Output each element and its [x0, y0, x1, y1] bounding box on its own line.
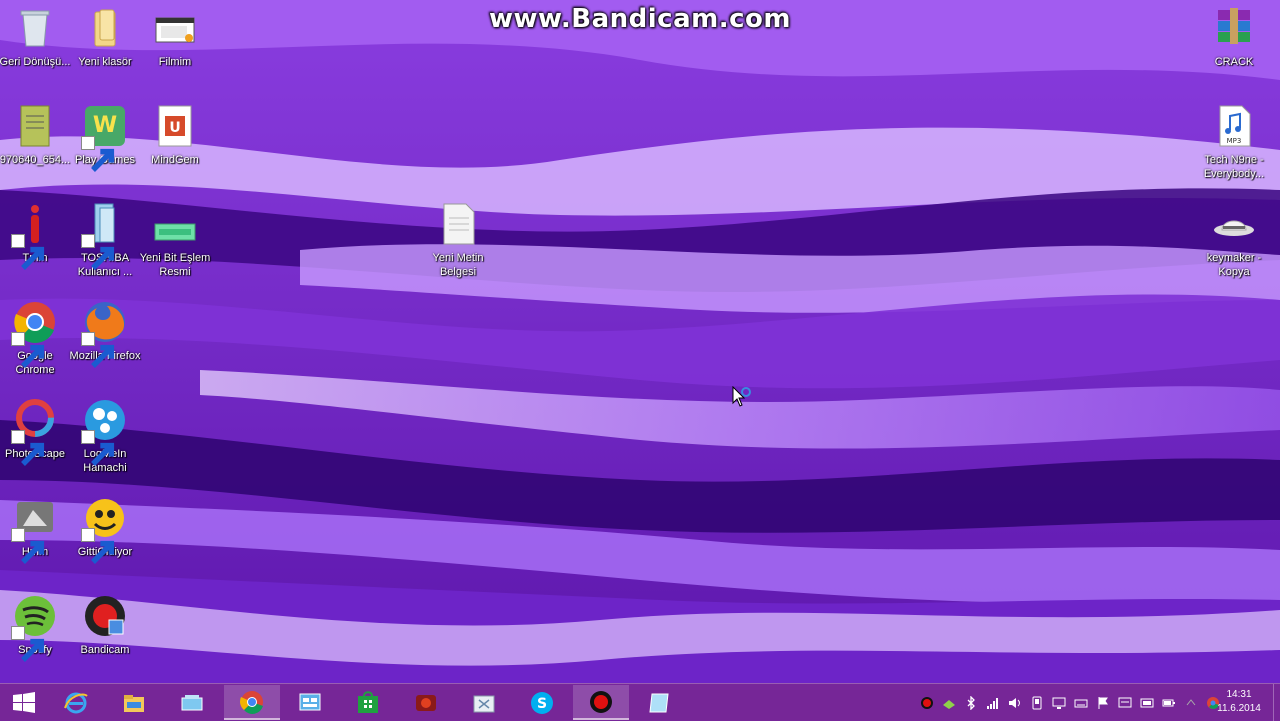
chrome-icon — [11, 300, 57, 368]
gittigidiyor-icon — [81, 496, 127, 564]
taskbar-control-panel[interactable] — [282, 685, 338, 720]
svg-text:U: U — [169, 120, 180, 136]
keymaker-icon — [1212, 202, 1256, 246]
bandicam-icon — [83, 594, 127, 638]
control-panel-icon — [299, 693, 321, 710]
mindgem-icon — [416, 694, 436, 711]
movie-icon — [153, 6, 197, 50]
taskbar-store[interactable] — [340, 685, 396, 720]
taskbar-file-explorer[interactable] — [106, 685, 162, 720]
desktop-icon-firefox[interactable]: Mozilla Firefox — [67, 300, 143, 368]
desktop-icon-hamachi[interactable]: LogMeIn Hamachi — [67, 398, 143, 475]
desktop-icon-mindgem[interactable]: U MindGem — [137, 104, 213, 167]
desktop-icon-toshiba[interactable]: TOSHIBA Kullanıcı ... — [67, 202, 143, 279]
system-tray — [916, 684, 1224, 721]
taskbar-internet-explorer[interactable] — [48, 685, 104, 720]
desktop-icon-bitmap[interactable]: Yeni Bit Eşlem Resmi — [137, 202, 213, 279]
network-tray-icon[interactable] — [940, 694, 958, 712]
mindgem-icon: U — [153, 104, 197, 148]
mp3-icon: MP3 — [1212, 104, 1256, 148]
internet-explorer-icon — [64, 692, 88, 713]
action-center-icon[interactable] — [1116, 694, 1134, 712]
desktop-icon-recycle-bin[interactable]: Geri Dönüşü... — [0, 6, 73, 69]
start-icon — [13, 691, 35, 713]
taskbar-mindgem[interactable] — [398, 685, 454, 720]
desktop-icon-photoscape[interactable]: PhotoScape — [0, 398, 73, 466]
desktop-icon-mp3[interactable]: MP3 Tech N9ne - Everybody... — [1196, 104, 1272, 181]
taskbar-skype[interactable]: S — [514, 685, 570, 720]
svg-text:MP3: MP3 — [1227, 137, 1242, 145]
hamachi-icon — [81, 398, 127, 466]
recycle-bin-icon — [13, 6, 57, 50]
desktop-icon-folder[interactable]: Yeni klasör — [67, 6, 143, 69]
bandicam-record-icon — [590, 690, 612, 713]
start-button[interactable] — [0, 685, 48, 720]
show-desktop-button[interactable] — [1273, 684, 1280, 721]
desktop-icon-text-document[interactable]: Yeni Metin Belgesi — [420, 202, 496, 279]
desktop-icon-tmm[interactable]: Tmm — [0, 202, 73, 270]
store-icon — [358, 690, 378, 713]
battery-icon[interactable] — [1160, 694, 1178, 712]
taskbar-folder-app[interactable] — [164, 685, 220, 720]
winrar-icon — [1212, 6, 1256, 50]
signal-icon[interactable] — [984, 694, 1002, 712]
tmm-icon — [11, 202, 57, 270]
desktop-icon-spotify[interactable]: Spotify — [0, 594, 73, 662]
hmm-icon — [11, 496, 57, 564]
clock-date: 11.6.2014 — [1217, 703, 1261, 714]
volume-icon[interactable] — [1006, 694, 1024, 712]
desktop-icon-crack[interactable]: CRACK — [1196, 6, 1272, 69]
wifi-icon[interactable] — [1138, 694, 1156, 712]
display-icon[interactable] — [1050, 694, 1068, 712]
folder-icon — [83, 6, 127, 50]
bluetooth-icon[interactable] — [962, 694, 980, 712]
svg-text:W: W — [93, 113, 117, 138]
taskbar-bandicam[interactable] — [573, 685, 629, 720]
skype-icon: S — [531, 691, 553, 714]
file-explorer-icon — [124, 694, 144, 712]
text-document-icon — [436, 202, 480, 246]
mouse-cursor-icon — [732, 386, 751, 407]
spotify-icon — [11, 594, 57, 662]
taskbar-chrome[interactable] — [224, 685, 280, 720]
toshiba-icon — [81, 202, 127, 270]
device-icon[interactable] — [1028, 694, 1046, 712]
chrome-icon — [240, 690, 263, 714]
hidden-icon[interactable] — [1182, 694, 1200, 712]
keyboard-icon[interactable] — [1072, 694, 1090, 712]
recycle-bin-icon — [473, 695, 495, 712]
svg-text:S: S — [537, 696, 547, 712]
bitmap-icon — [153, 202, 197, 246]
desktop-icon-bandicam[interactable]: Bandicam — [67, 594, 143, 657]
desktop-icon-chrome[interactable]: Google Chrome — [0, 300, 73, 377]
taskbar: S 14:31 11.6.2014 — [0, 683, 1280, 721]
green-document-icon — [13, 104, 57, 148]
play-games-icon: W — [81, 104, 127, 172]
desktop-icon-gittigidiyor[interactable]: GittiGidiyor — [67, 496, 143, 564]
desktop-icon-green-doc[interactable]: 970640_654... — [0, 104, 73, 167]
taskbar-notepad[interactable] — [631, 685, 687, 720]
firefox-icon — [81, 300, 127, 368]
desktop-icon-hmm[interactable]: Hmm — [0, 496, 73, 564]
clock[interactable]: 14:31 11.6.2014 — [1214, 688, 1264, 716]
notepad-icon — [649, 693, 669, 712]
desktop-icon-filmim[interactable]: Filmim — [137, 6, 213, 69]
desktop-icon-play-games[interactable]: W Play Games — [67, 104, 143, 172]
desktop-icon-keymaker[interactable]: keymaker - Kopya — [1196, 202, 1272, 279]
photoscape-icon — [11, 398, 57, 466]
record-tray-icon[interactable] — [918, 694, 936, 712]
flag-icon[interactable] — [1094, 694, 1112, 712]
taskbar-recycle-bin[interactable] — [456, 685, 512, 720]
folder-app-icon — [181, 694, 203, 710]
clock-time: 14:31 — [1226, 689, 1252, 700]
